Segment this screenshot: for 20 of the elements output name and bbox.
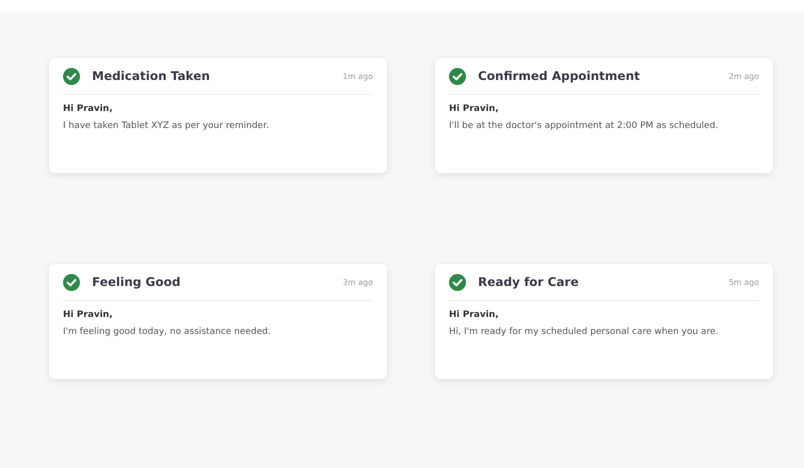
greeting: Hi Pravin, [449,310,500,320]
timestamp: 2m ago [728,72,759,80]
notification-title: Feeling Good [92,275,182,289]
notification-title: Medication Taken [92,69,211,83]
notification-title: Ready for Care [478,275,580,289]
greeting: Hi Pravin, [63,310,114,320]
timestamp: 5m ago [728,278,759,286]
timestamp: 1m ago [342,72,373,80]
check-circle-icon [63,68,80,84]
check-circle-icon [449,274,466,290]
greeting: Hi Pravin, [449,104,500,114]
message-text: I have taken Tablet XYZ as per your reminder. [63,120,270,133]
check-circle-icon [63,274,80,290]
greeting: Hi Pravin, [63,104,114,114]
message-text: I'm feeling good today, no assistance needed. [63,326,272,339]
check-circle-icon [449,68,466,84]
notification-title: Confirmed Appointment [478,69,641,83]
timestamp: 3m ago [342,278,373,286]
message-text: Hi, I'm ready for my scheduled personal care when you are. [449,326,720,339]
message-text: I'll be at the doctor's appointment at 2:00 PM as scheduled. [449,120,720,133]
